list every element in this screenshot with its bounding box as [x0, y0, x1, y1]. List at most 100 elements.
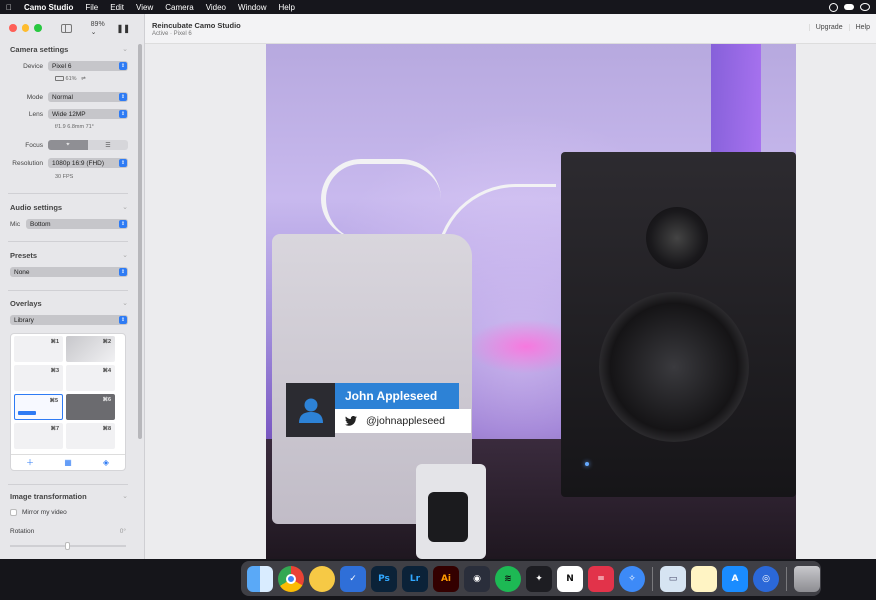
finder-icon[interactable] [247, 565, 273, 592]
window-controls: 89% ⌄ ❚❚ [0, 14, 144, 42]
help-button[interactable]: Help [848, 24, 876, 31]
focus-manual-icon[interactable]: ☰ [88, 140, 128, 150]
davinci-resolve-icon[interactable]: ◉ [464, 565, 490, 592]
menu-window[interactable]: Window [232, 3, 272, 12]
sidebar-scrollbar[interactable] [138, 44, 142, 439]
presets-section: Presets ⌄ None ⇕ [10, 251, 128, 277]
chevron-down-icon[interactable]: ⌄ [122, 45, 128, 54]
close-button[interactable] [9, 24, 17, 32]
chevron-down-icon[interactable]: ⌄ [122, 251, 128, 260]
camo-icon[interactable]: ◎ [753, 565, 779, 592]
app-store-icon[interactable]: A [722, 565, 748, 592]
window-subtitle: Active · Pixel 6 [152, 31, 192, 37]
device-select[interactable]: Pixel 6 ⇕ [48, 61, 128, 71]
divider [8, 484, 128, 485]
audio-settings-section: Audio settings ⌄ Mic Bottom ⇕ [10, 203, 128, 229]
menu-app-name[interactable]: Camo Studio [18, 3, 79, 12]
zoom-level[interactable]: 89% ⌄ [91, 21, 112, 36]
camera-settings-title: Camera settings [10, 45, 69, 54]
overlay-tile[interactable]: ⌘1 [14, 336, 63, 362]
menu-help[interactable]: Help [272, 3, 300, 12]
final-cut-pro-icon[interactable]: ✦ [526, 565, 552, 592]
safari-icon[interactable]: ✧ [619, 565, 645, 592]
tweeter [646, 207, 708, 269]
overlays-header[interactable]: Overlays ⌄ [10, 299, 128, 308]
menu-view[interactable]: View [130, 3, 159, 12]
rotation-slider-thumb[interactable] [65, 542, 70, 550]
presets-header[interactable]: Presets ⌄ [10, 251, 128, 260]
mic-select[interactable]: Bottom ⇕ [26, 219, 128, 229]
things-icon[interactable]: ✓ [340, 565, 366, 592]
sidebar-toggle-icon[interactable] [61, 23, 72, 33]
notion-icon[interactable]: N [557, 565, 583, 592]
white-cable [321, 159, 441, 239]
lower-third-overlay[interactable]: John Appleseed @johnappleseed [286, 383, 471, 437]
audio-settings-header[interactable]: Audio settings ⌄ [10, 203, 128, 212]
camera-preview: John Appleseed @johnappleseed [266, 44, 796, 559]
grid-view-icon[interactable]: ▦ [49, 455, 87, 470]
illustrator-icon[interactable]: Ai [433, 565, 459, 592]
overlay-tile[interactable]: ⌘4 [66, 365, 115, 391]
focus-auto-icon[interactable]: ⌖ [48, 140, 88, 150]
apple-menu-icon[interactable]:  [0, 3, 18, 12]
overlay-tile[interactable]: ⌘8 [66, 423, 115, 449]
presets-title: Presets [10, 251, 38, 260]
image-transformation-section: Image transformation ⌄ Mirror my video R… [10, 492, 128, 550]
select-arrows-icon: ⇕ [119, 62, 127, 70]
chevron-down-icon[interactable]: ⌄ [122, 299, 128, 308]
menu-bar:  Camo Studio File Edit View Camera Vide… [0, 0, 876, 14]
creative-cloud-icon[interactable] [860, 3, 870, 11]
notes-icon[interactable] [691, 565, 717, 592]
watch-screen [428, 492, 468, 542]
trash-icon[interactable] [794, 565, 820, 592]
presets-row: None ⇕ [10, 266, 128, 278]
spotify-icon[interactable]: ≋ [495, 565, 521, 592]
overlays-library-select[interactable]: Library ⇕ [10, 315, 128, 325]
avatar [286, 383, 335, 437]
zoom-button[interactable] [34, 24, 43, 32]
overlay-shortcut: ⌘1 [50, 339, 59, 345]
mode-select[interactable]: Normal ⇕ [48, 92, 128, 102]
menu-video[interactable]: Video [200, 3, 232, 12]
rotation-label: Rotation [10, 528, 35, 535]
image-transformation-header[interactable]: Image transformation ⌄ [10, 492, 128, 501]
toggl-icon[interactable]: = [588, 565, 614, 592]
select-arrows-icon: ⇕ [119, 268, 127, 276]
menu-camera[interactable]: Camera [159, 3, 199, 12]
lens-select[interactable]: Wide 12MP ⇕ [48, 109, 128, 119]
mirror-checkbox[interactable] [10, 509, 17, 516]
camera-settings-header[interactable]: Camera settings ⌄ [10, 45, 128, 54]
chevron-down-icon[interactable]: ⌄ [122, 203, 128, 212]
overlay-tile[interactable]: ⌘2 [66, 336, 115, 362]
upgrade-button[interactable]: Upgrade [808, 24, 849, 31]
pause-icon[interactable]: ❚❚ [117, 24, 130, 33]
lightroom-icon[interactable]: Lr [402, 565, 428, 592]
menu-edit[interactable]: Edit [104, 3, 130, 12]
photoshop-icon[interactable]: Ps [371, 565, 397, 592]
overlay-handle: @johnappleseed [366, 415, 445, 427]
overlay-tile[interactable]: ⌘6 [66, 394, 115, 420]
divider [8, 290, 128, 291]
resolution-select[interactable]: 1080p 16:9 (FHD) ⇕ [48, 158, 128, 168]
image-transformation-title: Image transformation [10, 492, 87, 501]
presets-select[interactable]: None ⇕ [10, 267, 128, 277]
minimize-button[interactable] [21, 24, 30, 32]
chevron-down-icon[interactable]: ⌄ [122, 492, 128, 501]
resolution-value: 1080p 16:9 (FHD) [52, 159, 105, 167]
layers-icon[interactable]: ◈ [87, 455, 125, 470]
overlay-tile-selected[interactable]: ⌘5 [14, 394, 63, 420]
cyberduck-icon[interactable] [309, 565, 335, 592]
overlay-tile[interactable]: ⌘7 [14, 423, 63, 449]
add-overlay-icon[interactable]: ＋ [11, 455, 49, 470]
overlays-library-row: Library ⇕ [10, 314, 128, 326]
watch-stand [416, 464, 486, 559]
divider [8, 241, 128, 242]
device-row: Device Pixel 6 ⇕ [10, 60, 128, 72]
preview-icon[interactable]: ▭ [660, 565, 686, 592]
overlay-tile[interactable]: ⌘3 [14, 365, 63, 391]
menu-file[interactable]: File [79, 3, 104, 12]
camo-status-icon[interactable] [829, 2, 838, 12]
chrome-icon[interactable] [278, 565, 304, 592]
rotation-slider[interactable] [10, 542, 126, 550]
cloud-icon[interactable] [844, 4, 854, 10]
